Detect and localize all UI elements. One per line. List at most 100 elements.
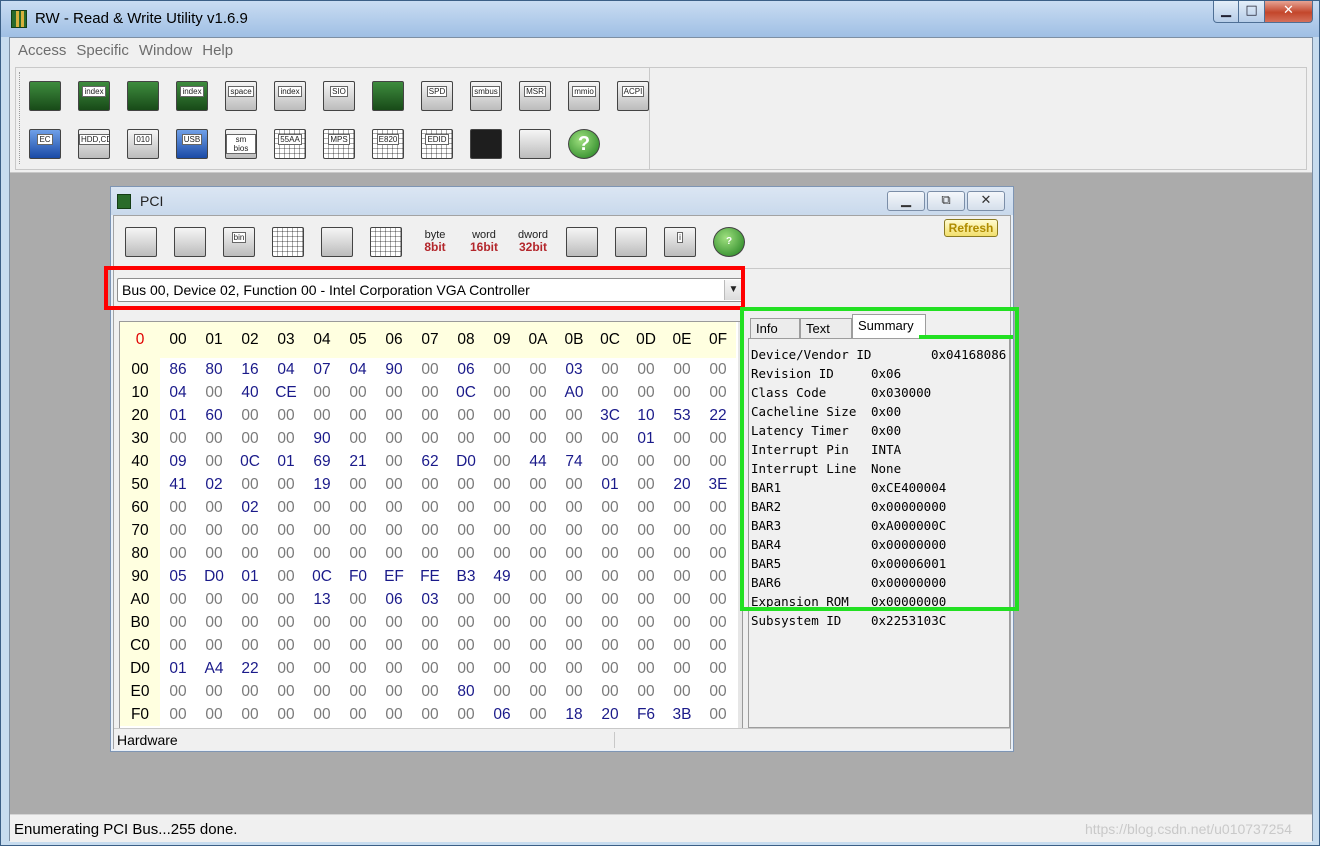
- hex-byte-cell[interactable]: 02: [232, 496, 268, 519]
- hex-byte-cell[interactable]: 00: [484, 381, 520, 404]
- hex-byte-cell[interactable]: 00: [340, 496, 376, 519]
- hex-byte-cell[interactable]: 00: [196, 680, 232, 703]
- maximize-button[interactable]: □: [1239, 1, 1265, 23]
- hex-byte-cell[interactable]: 00: [196, 634, 232, 657]
- hex-byte-cell[interactable]: 00: [268, 496, 304, 519]
- hex-byte-cell[interactable]: 00: [412, 611, 448, 634]
- hex-byte-cell[interactable]: 00: [484, 611, 520, 634]
- hex-byte-cell[interactable]: 00: [556, 588, 592, 611]
- hex-byte-cell[interactable]: 00: [520, 588, 556, 611]
- toolbar-r2-button-10[interactable]: [516, 126, 554, 162]
- hex-byte-cell[interactable]: 09: [160, 450, 196, 473]
- hex-byte-cell[interactable]: 00: [412, 634, 448, 657]
- menu-specific[interactable]: Specific: [74, 42, 136, 59]
- pci-toolbar-button-3[interactable]: [269, 224, 307, 260]
- hex-byte-cell[interactable]: 01: [160, 657, 196, 680]
- hex-byte-cell[interactable]: 00: [592, 358, 628, 381]
- hex-byte-cell[interactable]: 00: [556, 634, 592, 657]
- hex-byte-cell[interactable]: 00: [700, 657, 736, 680]
- hex-byte-cell[interactable]: 20: [592, 703, 628, 726]
- hex-byte-cell[interactable]: 00: [160, 496, 196, 519]
- toolbar-r2-button-8[interactable]: EDID: [418, 126, 456, 162]
- hex-byte-cell[interactable]: 00: [268, 588, 304, 611]
- hex-byte-cell[interactable]: 00: [484, 519, 520, 542]
- hex-byte-cell[interactable]: 00: [448, 634, 484, 657]
- hex-byte-cell[interactable]: 05: [160, 565, 196, 588]
- chevron-down-icon[interactable]: ▼: [724, 280, 742, 300]
- hex-byte-cell[interactable]: 00: [376, 634, 412, 657]
- hex-byte-cell[interactable]: 00: [628, 588, 664, 611]
- tab-summary[interactable]: Summary: [852, 314, 926, 338]
- hex-byte-cell[interactable]: A4: [196, 657, 232, 680]
- hex-byte-cell[interactable]: A0: [556, 381, 592, 404]
- hex-byte-cell[interactable]: 06: [448, 358, 484, 381]
- pci-toolbar-button-5[interactable]: [367, 224, 405, 260]
- hex-byte-cell[interactable]: 00: [484, 680, 520, 703]
- hex-byte-cell[interactable]: 00: [664, 680, 700, 703]
- hex-byte-cell[interactable]: 00: [160, 680, 196, 703]
- hex-byte-cell[interactable]: 00: [592, 542, 628, 565]
- hex-byte-cell[interactable]: 01: [268, 450, 304, 473]
- hex-byte-cell[interactable]: 19: [304, 473, 340, 496]
- hex-byte-cell[interactable]: 40: [232, 381, 268, 404]
- hex-byte-cell[interactable]: 00: [232, 634, 268, 657]
- hex-byte-cell[interactable]: 07: [304, 358, 340, 381]
- hex-byte-cell[interactable]: 00: [412, 680, 448, 703]
- hex-byte-cell[interactable]: 00: [268, 634, 304, 657]
- hex-byte-cell[interactable]: 00: [340, 542, 376, 565]
- hex-byte-cell[interactable]: 3E: [700, 473, 736, 496]
- hex-byte-cell[interactable]: 00: [304, 657, 340, 680]
- hex-byte-cell[interactable]: 00: [700, 680, 736, 703]
- pci-close-button[interactable]: ✕: [967, 191, 1005, 211]
- hex-byte-cell[interactable]: 01: [232, 565, 268, 588]
- hex-byte-cell[interactable]: 00: [700, 634, 736, 657]
- hex-byte-cell[interactable]: 00: [520, 519, 556, 542]
- hex-byte-cell[interactable]: 00: [664, 519, 700, 542]
- hex-byte-cell[interactable]: 00: [304, 404, 340, 427]
- hex-byte-cell[interactable]: 00: [556, 473, 592, 496]
- pci-minimize-button[interactable]: ▁: [887, 191, 925, 211]
- hex-byte-cell[interactable]: 60: [196, 404, 232, 427]
- hex-byte-cell[interactable]: 00: [160, 519, 196, 542]
- pci-toolbar-button-4[interactable]: [318, 224, 356, 260]
- hex-byte-cell[interactable]: 00: [196, 381, 232, 404]
- toolbar-r2-button-1[interactable]: HDD,CD: [75, 126, 113, 162]
- hex-byte-cell[interactable]: 00: [592, 588, 628, 611]
- hex-byte-cell[interactable]: 16: [232, 358, 268, 381]
- hex-byte-cell[interactable]: 90: [376, 358, 412, 381]
- hex-byte-cell[interactable]: 00: [592, 657, 628, 680]
- hex-byte-cell[interactable]: 80: [448, 680, 484, 703]
- pci-restore-button[interactable]: ⧉: [927, 191, 965, 211]
- hex-byte-cell[interactable]: 00: [304, 519, 340, 542]
- hex-byte-cell[interactable]: 06: [376, 588, 412, 611]
- hex-byte-cell[interactable]: D0: [448, 450, 484, 473]
- toolbar-r2-button-6[interactable]: MPS: [320, 126, 358, 162]
- toolbar-r1-button-7[interactable]: [369, 78, 407, 114]
- hex-byte-cell[interactable]: 00: [232, 588, 268, 611]
- hex-byte-cell[interactable]: 00: [592, 680, 628, 703]
- hex-byte-cell[interactable]: 00: [664, 450, 700, 473]
- hex-byte-cell[interactable]: 00: [304, 381, 340, 404]
- hex-byte-cell[interactable]: 00: [556, 496, 592, 519]
- hex-byte-cell[interactable]: 00: [448, 473, 484, 496]
- hex-byte-cell[interactable]: 00: [412, 703, 448, 726]
- hex-byte-cell[interactable]: 00: [700, 381, 736, 404]
- hex-byte-cell[interactable]: 00: [232, 427, 268, 450]
- hex-byte-cell[interactable]: 90: [304, 427, 340, 450]
- hex-byte-cell[interactable]: 00: [376, 381, 412, 404]
- hex-byte-cell[interactable]: 00: [592, 565, 628, 588]
- hex-byte-cell[interactable]: 00: [268, 565, 304, 588]
- hex-byte-cell[interactable]: 00: [448, 657, 484, 680]
- title-bar[interactable]: RW - Read & Write Utility v1.6.9 ▁ □ ✕: [1, 1, 1319, 37]
- hex-byte-cell[interactable]: 00: [448, 519, 484, 542]
- hex-byte-cell[interactable]: 00: [484, 450, 520, 473]
- pci-toolbar-button-10[interactable]: [612, 224, 650, 260]
- hex-byte-cell[interactable]: 00: [700, 588, 736, 611]
- hex-byte-cell[interactable]: 00: [304, 542, 340, 565]
- hex-byte-cell[interactable]: 00: [520, 404, 556, 427]
- hex-byte-cell[interactable]: 00: [664, 657, 700, 680]
- hex-byte-cell[interactable]: 00: [556, 611, 592, 634]
- hex-byte-cell[interactable]: 00: [376, 519, 412, 542]
- pci-title-bar[interactable]: PCI ▁ ⧉ ✕: [111, 187, 1013, 215]
- hex-byte-cell[interactable]: 00: [520, 381, 556, 404]
